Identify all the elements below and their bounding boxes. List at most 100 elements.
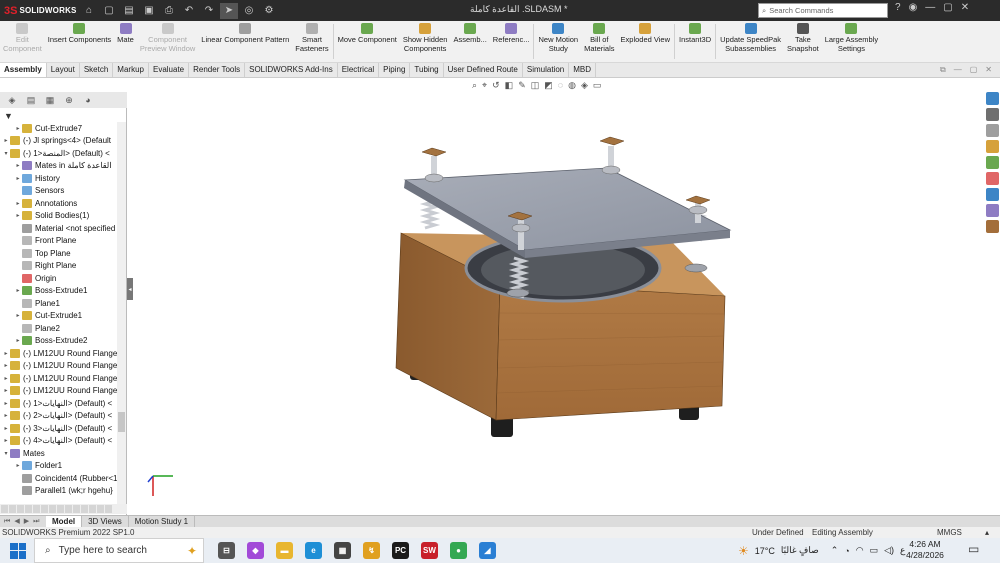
tree-toggle-icon[interactable]: ▸ bbox=[14, 287, 22, 294]
3dexperience-icon[interactable] bbox=[985, 220, 999, 233]
volume-icon[interactable]: ◁) bbox=[884, 545, 894, 556]
first-tab-icon[interactable]: ⏮ bbox=[4, 516, 10, 527]
tree-toggle-icon[interactable]: ▸ bbox=[2, 350, 10, 357]
taskbar-app-edge[interactable]: e bbox=[305, 542, 322, 559]
tree-toggle-icon[interactable]: ▸ bbox=[2, 412, 10, 419]
bottom-tab-motion-study-1[interactable]: Motion Study 1 bbox=[129, 516, 196, 527]
tree-toggle-icon[interactable]: ▸ bbox=[2, 437, 10, 444]
custom-properties-icon[interactable] bbox=[985, 188, 999, 201]
command-new-motion-study[interactable]: New Motion Study bbox=[535, 21, 581, 62]
help-icon[interactable]: ? bbox=[895, 2, 901, 13]
command-move-component[interactable]: Move Component bbox=[335, 21, 400, 62]
tree-toggle-icon[interactable]: ▸ bbox=[14, 162, 22, 169]
status-units[interactable]: MMGS bbox=[937, 528, 962, 537]
tree-scrollbar[interactable] bbox=[117, 122, 126, 504]
command-large-assembly-settings[interactable]: Large Assembly Settings bbox=[822, 21, 881, 62]
tree-item[interactable]: Plane1 bbox=[0, 297, 118, 310]
select-pointer-icon[interactable]: ➤ bbox=[220, 2, 238, 19]
panel-collapse-handle[interactable]: ◂ bbox=[127, 278, 133, 300]
tree-item[interactable]: ▸ Annotations bbox=[0, 197, 118, 210]
prev-tab-icon[interactable]: ◀ bbox=[14, 516, 19, 527]
display-style-icon[interactable]: ◩ bbox=[544, 80, 553, 91]
configuration-manager-tab-icon[interactable]: ▦ bbox=[43, 94, 57, 106]
taskbar-app-store[interactable]: ▦ bbox=[334, 542, 351, 559]
filter-icon[interactable]: ▼ bbox=[4, 111, 13, 121]
tab-electrical[interactable]: Electrical bbox=[338, 63, 380, 77]
tree-item[interactable]: ▸ (-) النهايات<1> (Default) < bbox=[0, 397, 118, 410]
tree-item[interactable]: Coincident4 (Rubber<1 bbox=[0, 472, 118, 485]
tree-toggle-icon[interactable]: ▸ bbox=[2, 425, 10, 432]
rebuild-icon[interactable]: ◎ bbox=[240, 3, 258, 19]
solidworks-forum-icon[interactable] bbox=[985, 204, 999, 217]
tab-render-tools[interactable]: Render Tools bbox=[189, 63, 246, 77]
taskbar-app-file-explorer[interactable]: ▬ bbox=[276, 542, 293, 559]
tree-item[interactable]: ▸ (-) LM12UU Round Flange bbox=[0, 372, 118, 385]
tree-item[interactable]: Parallel1 (wk;r hgehu} bbox=[0, 485, 118, 498]
tab-assembly[interactable]: Assembly bbox=[0, 63, 47, 77]
tree-item[interactable]: ▸ (-) LM12UU Round Flange bbox=[0, 385, 118, 398]
taskbar-app-task-view[interactable]: ⊟ bbox=[218, 542, 235, 559]
tree-item[interactable]: ▸ Mates in القاعدة كاملة bbox=[0, 160, 118, 173]
new-document-icon[interactable]: ▢ bbox=[100, 3, 118, 19]
previous-view-icon[interactable]: ↺ bbox=[492, 80, 500, 91]
command-update-speedpak-subassemblies[interactable]: Update SpeedPak Subassemblies bbox=[717, 21, 784, 62]
last-tab-icon[interactable]: ⏭ bbox=[33, 516, 39, 527]
tree-item[interactable]: Right Plane bbox=[0, 260, 118, 273]
view-palette-icon[interactable] bbox=[985, 156, 999, 169]
taskbar-app-pycharm[interactable]: PC bbox=[392, 542, 409, 559]
tab-evaluate[interactable]: Evaluate bbox=[149, 63, 190, 77]
tree-item[interactable]: Plane2 bbox=[0, 322, 118, 335]
tab-mbd[interactable]: MBD bbox=[569, 63, 596, 77]
tree-toggle-icon[interactable]: ▸ bbox=[2, 137, 10, 144]
close-icon[interactable]: ✕ bbox=[961, 2, 969, 13]
tree-toggle-icon[interactable]: ▸ bbox=[14, 462, 22, 469]
tree-item[interactable]: ▸ (-) Jl springs<4> (Default bbox=[0, 135, 118, 148]
taskbar-app-sticky[interactable]: ↯ bbox=[363, 542, 380, 559]
tree-item[interactable]: ▸ (-) النهايات<2> (Default) < bbox=[0, 410, 118, 423]
tree-toggle-icon[interactable]: ▾ bbox=[2, 450, 10, 457]
tree-item[interactable]: ▸ Folder1 bbox=[0, 460, 118, 473]
maximize-doc-icon[interactable]: ▢ bbox=[970, 65, 978, 75]
taskbar-app-copilot[interactable]: ◆ bbox=[247, 542, 264, 559]
taskbar-search-input[interactable]: ⌕ Type here to search ✦ bbox=[34, 538, 204, 563]
tree-item[interactable]: Front Plane bbox=[0, 235, 118, 248]
tab-simulation[interactable]: Simulation bbox=[523, 63, 570, 77]
tree-item[interactable]: Sensors bbox=[0, 185, 118, 198]
tree-toggle-icon[interactable]: ▸ bbox=[14, 212, 22, 219]
hide-show-icon[interactable]: ◌ bbox=[558, 80, 563, 91]
bottom-tab-model[interactable]: Model bbox=[46, 516, 83, 527]
command-take-snapshot[interactable]: Take Snapshot bbox=[784, 21, 822, 62]
graphics-area[interactable] bbox=[128, 78, 983, 515]
taskbar-clock[interactable]: 4:26 AM 4/28/2026 bbox=[895, 539, 955, 561]
tree-item[interactable]: ▸ Boss-Extrude1 bbox=[0, 285, 118, 298]
scene-icon[interactable]: ◈ bbox=[581, 80, 588, 91]
tree-toggle-icon[interactable]: ▸ bbox=[2, 387, 10, 394]
resources-icon[interactable] bbox=[985, 92, 999, 105]
file-explorer-pane-icon[interactable] bbox=[985, 140, 999, 153]
search-commands-input[interactable]: ⌕ Search Commands bbox=[758, 3, 888, 18]
tree-item[interactable]: ▸ (-) النهايات<4> (Default) < bbox=[0, 435, 118, 448]
tree-item[interactable]: ▸ Solid Bodies(1) bbox=[0, 210, 118, 223]
tree-item[interactable]: ▸ Cut-Extrude1 bbox=[0, 310, 118, 323]
restore-icon[interactable]: ⧉ bbox=[940, 65, 946, 75]
notifications-icon[interactable]: ▭ bbox=[968, 542, 979, 556]
save-icon[interactable]: ▣ bbox=[140, 3, 158, 19]
scrollbar-thumb[interactable] bbox=[118, 412, 125, 432]
wifi-icon[interactable]: ◠ bbox=[856, 545, 864, 556]
appearance-icon[interactable]: ◍ bbox=[568, 80, 576, 91]
tree-toggle-icon[interactable]: ▸ bbox=[14, 125, 22, 132]
zoom-area-icon[interactable]: ⌖ bbox=[482, 80, 487, 91]
tree-item[interactable]: ▾ (-) المنصة<1> (Default) < bbox=[0, 147, 118, 160]
tree-toggle-icon[interactable]: ▸ bbox=[14, 312, 22, 319]
status-expand-icon[interactable]: ▴ bbox=[985, 528, 989, 537]
command-referenc[interactable]: Referenc... bbox=[490, 21, 533, 62]
weather-icon[interactable]: ☀ bbox=[738, 544, 749, 558]
tree-toggle-icon[interactable]: ▸ bbox=[14, 175, 22, 182]
tree-toggle-icon[interactable]: ▸ bbox=[2, 362, 10, 369]
taskbar-app-solidworks[interactable]: SW bbox=[421, 542, 438, 559]
network-icon[interactable]: ◔ bbox=[844, 546, 849, 556]
open-folder-icon[interactable]: ▤ bbox=[120, 3, 138, 19]
tab-nav-arrows[interactable]: ⏮ ◀ ▶ ⏭ bbox=[0, 516, 46, 527]
command-assemb[interactable]: Assemb... bbox=[450, 21, 489, 62]
user-icon[interactable]: ◉ bbox=[909, 2, 918, 13]
